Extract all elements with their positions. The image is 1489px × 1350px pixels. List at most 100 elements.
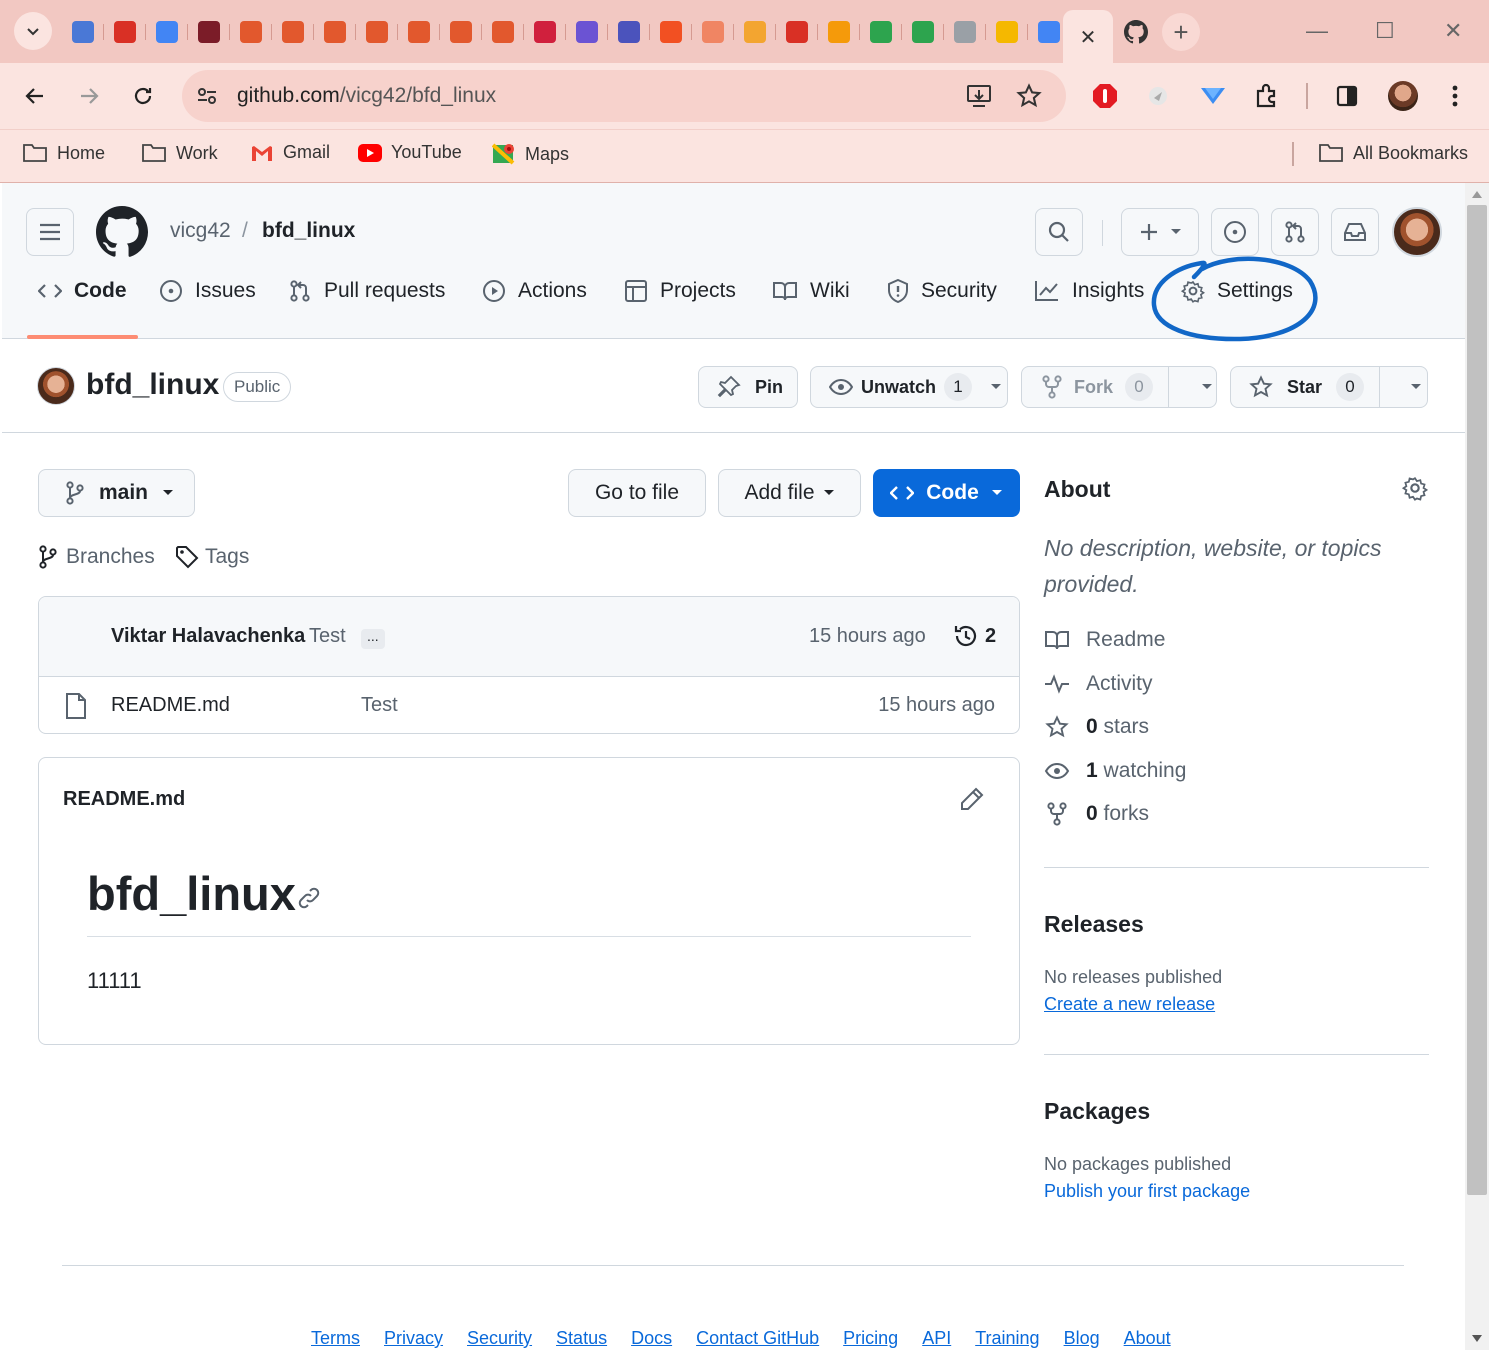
add-file-button[interactable]: Add file (718, 469, 861, 517)
browser-tab[interactable] (986, 16, 1028, 48)
browser-tab[interactable] (230, 16, 272, 48)
commit-expand-button[interactable]: ... (361, 629, 385, 649)
site-info-icon[interactable] (196, 85, 218, 107)
code-download-button[interactable]: Code (873, 469, 1020, 517)
fork-button[interactable]: Fork 0 (1021, 366, 1217, 408)
footer-link[interactable]: Docs (631, 1328, 672, 1349)
table-row[interactable]: README.md Test 15 hours ago (39, 677, 1019, 733)
footer-link[interactable]: About (1124, 1328, 1171, 1349)
bookmark-gmail[interactable]: Gmail (250, 142, 330, 163)
forward-button[interactable] (72, 79, 106, 113)
file-name[interactable]: README.md (111, 694, 230, 717)
file-commit-message[interactable]: Test (361, 694, 398, 717)
tab-actions[interactable]: Actions (482, 279, 587, 303)
browser-tab[interactable] (62, 16, 104, 48)
caret-down-icon[interactable] (1201, 383, 1213, 391)
install-app-icon[interactable] (966, 83, 992, 109)
reload-button[interactable] (126, 79, 160, 113)
publish-package-link[interactable]: Publish your first package (1044, 1181, 1250, 1202)
profile-avatar[interactable] (1386, 79, 1420, 113)
close-tab-icon[interactable]: ✕ (1080, 25, 1097, 50)
tags-link[interactable]: Tags (175, 545, 249, 569)
pencil-icon[interactable] (959, 786, 985, 812)
tab-projects[interactable]: Projects (624, 279, 736, 303)
breadcrumb-owner[interactable]: vicg42 (170, 219, 231, 243)
browser-tab[interactable] (482, 16, 524, 48)
releases-title[interactable]: Releases (1044, 911, 1144, 938)
activity-link[interactable]: Activity (1044, 672, 1153, 696)
branches-link[interactable]: Branches (38, 545, 155, 569)
browser-tab[interactable] (944, 16, 986, 48)
browser-tab[interactable] (566, 16, 608, 48)
stars-link[interactable]: 0 stars (1044, 715, 1149, 739)
gear-icon[interactable] (1402, 475, 1428, 501)
global-nav-button[interactable] (26, 208, 74, 256)
browser-tab[interactable] (776, 16, 818, 48)
create-release-link[interactable]: Create a new release (1044, 994, 1215, 1015)
go-to-file-button[interactable]: Go to file (568, 469, 706, 517)
commit-message[interactable]: Test (309, 625, 346, 648)
readme-link[interactable]: Readme (1044, 628, 1165, 652)
tab-wiki[interactable]: Wiki (772, 279, 850, 303)
bookmark-work[interactable]: Work (141, 142, 218, 164)
bookmark-star-icon[interactable] (1016, 83, 1042, 109)
new-tab-button[interactable]: + (1162, 13, 1200, 51)
browser-tab[interactable] (650, 16, 692, 48)
minimize-icon[interactable]: — (1306, 18, 1328, 44)
unwatch-button[interactable]: Unwatch 1 (810, 366, 1008, 408)
bookmark-home[interactable]: Home (22, 142, 105, 164)
footer-link[interactable]: Privacy (384, 1328, 443, 1349)
footer-link[interactable]: Training (975, 1328, 1039, 1349)
owner-avatar[interactable] (37, 367, 75, 405)
readme-filename[interactable]: README.md (63, 788, 185, 811)
all-bookmarks[interactable]: All Bookmarks (1318, 142, 1468, 164)
pin-button[interactable]: Pin (698, 366, 798, 408)
repo-title[interactable]: bfd_linux (86, 368, 219, 402)
extension-adblock-icon[interactable] (1088, 79, 1122, 113)
tab-insights[interactable]: Insights (1034, 279, 1144, 303)
browser-menu-icon[interactable] (1438, 79, 1472, 113)
tab-pull-requests[interactable]: Pull requests (288, 279, 445, 303)
packages-title[interactable]: Packages (1044, 1098, 1150, 1125)
maximize-icon[interactable]: ☐ (1375, 18, 1395, 44)
browser-tab[interactable] (356, 16, 398, 48)
bookmark-youtube[interactable]: YouTube (358, 142, 462, 163)
star-button[interactable]: Star 0 (1230, 366, 1428, 408)
footer-link[interactable]: Contact GitHub (696, 1328, 819, 1349)
scrollbar-thumb[interactable] (1467, 205, 1487, 1195)
browser-tab[interactable] (860, 16, 902, 48)
watching-link[interactable]: 1 watching (1044, 759, 1186, 783)
link-icon[interactable] (297, 886, 321, 910)
address-bar[interactable]: github.com/vicg42/bfd_linux (182, 70, 1066, 122)
github-logo[interactable] (96, 206, 148, 258)
extension-icon[interactable] (1141, 79, 1175, 113)
inbox-button[interactable] (1331, 208, 1379, 256)
close-window-icon[interactable]: ✕ (1444, 18, 1462, 44)
search-button[interactable] (1035, 208, 1083, 256)
extension-shield-icon[interactable] (1196, 79, 1230, 113)
caret-down-icon[interactable] (990, 383, 1002, 391)
commit-author[interactable]: Viktar Halavachenka (111, 625, 305, 648)
url-text[interactable]: github.com/vicg42/bfd_linux (237, 84, 496, 108)
scroll-down-icon[interactable] (1472, 1335, 1482, 1342)
footer-link[interactable]: Security (467, 1328, 532, 1349)
browser-tab[interactable] (524, 16, 566, 48)
tab-github[interactable] (1118, 16, 1154, 48)
browser-tab[interactable] (440, 16, 482, 48)
footer-link[interactable]: Pricing (843, 1328, 898, 1349)
extensions-puzzle-icon[interactable] (1250, 79, 1284, 113)
browser-tab[interactable] (104, 16, 146, 48)
browser-tab[interactable] (734, 16, 776, 48)
footer-link[interactable]: Blog (1064, 1328, 1100, 1349)
browser-tab[interactable] (608, 16, 650, 48)
footer-link[interactable]: API (922, 1328, 951, 1349)
browser-tab[interactable] (902, 16, 944, 48)
user-avatar[interactable] (1392, 207, 1442, 257)
browser-tab[interactable] (146, 16, 188, 48)
active-tab[interactable]: ✕ (1063, 10, 1113, 64)
commit-history-link[interactable]: 2 (953, 623, 996, 649)
pull-requests-button[interactable] (1271, 208, 1319, 256)
side-panel-icon[interactable] (1330, 79, 1364, 113)
footer-link[interactable]: Status (556, 1328, 607, 1349)
create-new-button[interactable] (1121, 208, 1199, 256)
